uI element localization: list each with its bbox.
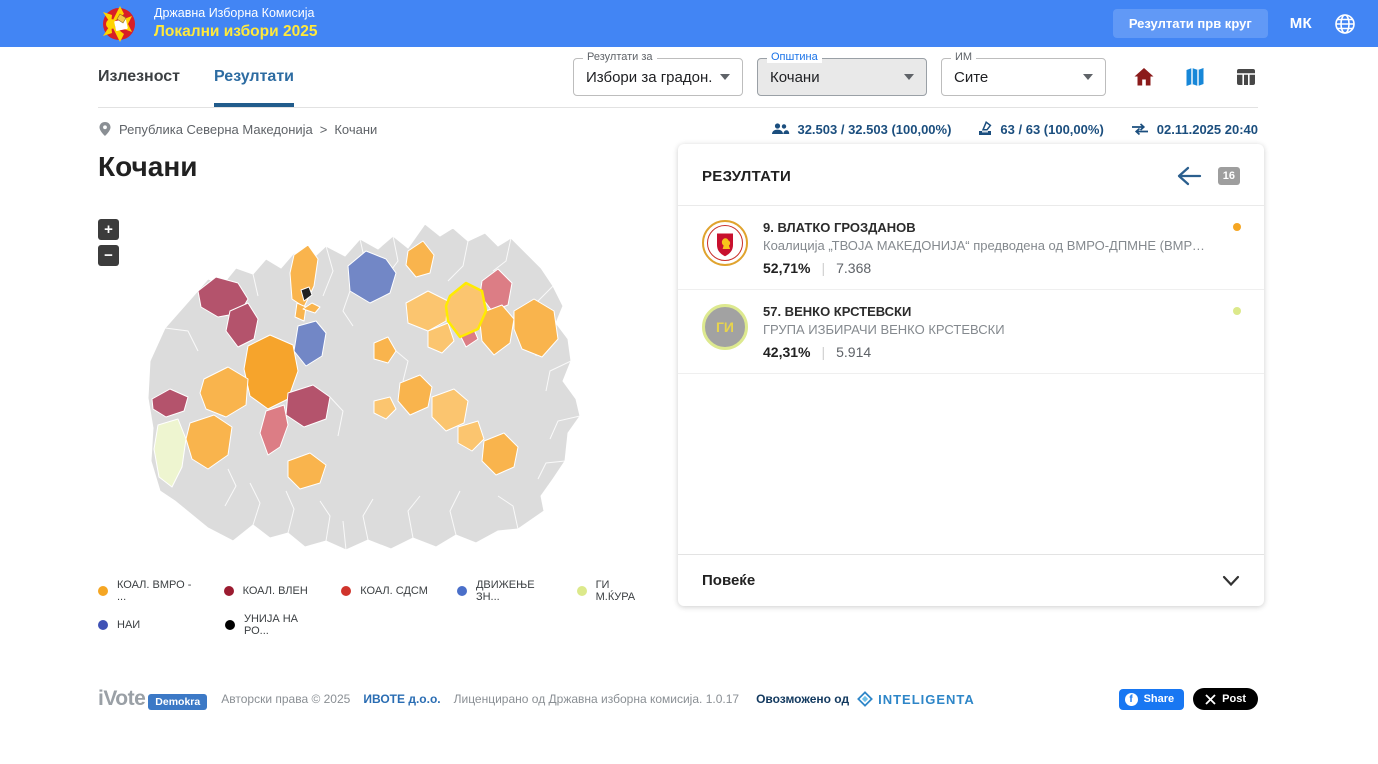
facebook-icon: f — [1125, 693, 1138, 706]
sync-arrows-icon — [1130, 122, 1150, 136]
map-zoom-in-button[interactable]: + — [98, 219, 119, 240]
separator: | — [821, 344, 825, 360]
im-value: Сите — [954, 69, 1075, 86]
candidate-result: 42,31% | 5.914 — [763, 344, 1005, 360]
legend-item-vlen: КОАЛ. ВЛЕН — [224, 585, 315, 597]
legend-dot-icon — [577, 586, 587, 596]
candidate-result: 52,71% | 7.368 — [763, 260, 1212, 276]
municipality-select[interactable]: Општина Кочани — [757, 58, 927, 96]
app-header: Државна Изборна Комисија Локални избори … — [0, 0, 1378, 47]
powered-by-label: Овозможено од — [756, 692, 849, 706]
results-panel: РЕЗУЛТАТИ 16 9. ВЛАТКО ГРОЗДАНОВ Коалициј… — [678, 144, 1264, 606]
voters-icon — [771, 122, 790, 136]
x-post-button[interactable]: Post — [1193, 688, 1258, 710]
breadcrumb-separator: > — [320, 122, 328, 137]
app-footer: iVote Demokra Авторски права © 2025 ИВОТ… — [98, 687, 1258, 711]
candidate-count-badge: 16 — [1218, 167, 1240, 185]
legend-dot-icon — [98, 586, 108, 596]
map-icon[interactable] — [1183, 65, 1207, 89]
facebook-share-button[interactable]: f Share — [1119, 689, 1185, 710]
candidate-row[interactable]: ГИ 57. ВЕНКО КРСТЕВСКИ ГРУПА ИЗБИРАЧИ ВЕНК… — [678, 290, 1264, 374]
voter-group-logo: ГИ — [702, 304, 748, 360]
results-for-label: Резултати за — [583, 51, 657, 63]
org-name: Државна Изборна Комисија — [154, 6, 317, 22]
map-svg[interactable] — [98, 211, 678, 563]
polling-stations-stat: 63 / 63 (100,00%) — [977, 121, 1103, 137]
candidate-percent: 42,31% — [763, 344, 810, 360]
legend-dot-icon — [98, 620, 108, 630]
candidate-party-dot-icon — [1233, 307, 1241, 315]
company-link[interactable]: ИВОТЕ д.о.о. — [363, 692, 440, 706]
globe-icon[interactable] — [1334, 13, 1356, 35]
results-panel-title: РЕЗУЛТАТИ — [702, 168, 791, 185]
municipalities-map[interactable]: + − — [98, 211, 678, 563]
legend-item-unija: УНИЈА НА РО... — [225, 613, 317, 637]
back-arrow-icon[interactable] — [1176, 165, 1202, 187]
demokra-badge: Demokra — [148, 694, 207, 710]
tab-turnout[interactable]: Излезност — [98, 47, 180, 107]
candidate-name: 9. ВЛАТКО ГРОЗДАНОВ — [763, 220, 1212, 235]
im-select[interactable]: ИМ Сите — [941, 58, 1106, 96]
license-text: Лиценцирано од Државна изборна комисија.… — [454, 692, 739, 706]
legend-dot-icon — [225, 620, 235, 630]
municipality-value: Кочани — [770, 69, 896, 86]
candidate-votes: 7.368 — [836, 260, 871, 276]
legend-item-sdsm: КОАЛ. СДСМ — [341, 585, 430, 597]
candidate-party: ГРУПА ИЗБИРАЧИ ВЕНКО КРСТЕВСКИ — [763, 322, 1005, 337]
separator: | — [821, 260, 825, 276]
breadcrumb-root[interactable]: Република Северна Македонија — [119, 122, 313, 137]
last-update-stat: 02.11.2025 20:40 — [1130, 122, 1258, 137]
language-selector[interactable]: МК — [1290, 15, 1312, 32]
legend-item-gi: ГИ М.ЌУРА — [577, 579, 651, 603]
candidate-votes: 5.914 — [836, 344, 871, 360]
inteligenta-diamond-icon — [857, 691, 873, 707]
copyright-text: Авторски права © 2025 — [221, 692, 350, 706]
results-for-value: Избори за градон... — [586, 69, 712, 86]
voters-stat: 32.503 / 32.503 (100,00%) — [771, 122, 951, 137]
page-title: Кочани — [98, 151, 678, 183]
candidate-party-dot-icon — [1233, 223, 1241, 231]
legend-dot-icon — [341, 586, 351, 596]
nav-row: Излезност Резултати Резултати за Избори … — [98, 47, 1258, 108]
ballot-box-icon — [977, 121, 993, 137]
candidate-name: 57. ВЕНКО КРСТЕВСКИ — [763, 304, 1005, 319]
chevron-down-icon — [720, 74, 730, 80]
location-pin-icon — [98, 121, 112, 137]
tab-results[interactable]: Резултати — [214, 47, 294, 107]
chevron-down-icon — [904, 74, 914, 80]
first-round-results-button[interactable]: Резултати прв круг — [1113, 9, 1268, 38]
breadcrumb-current: Кочани — [334, 122, 377, 137]
legend-item-nai: НАИ — [98, 619, 198, 631]
chevron-down-icon — [1222, 575, 1240, 587]
municipality-label: Општина — [767, 51, 822, 63]
vmro-party-logo — [702, 220, 748, 276]
candidate-party: Коалиција „ТВОЈА МАКЕДОНИЈА“ предводена … — [763, 238, 1212, 253]
candidate-percent: 52,71% — [763, 260, 810, 276]
legend-item-dvizhenje: ДВИЖЕЊЕ ЗН... — [457, 579, 550, 603]
home-icon[interactable] — [1132, 65, 1156, 89]
legend-dot-icon — [224, 586, 234, 596]
legend-item-vmro: КОАЛ. ВМРО - ... — [98, 579, 197, 603]
map-zoom-out-button[interactable]: − — [98, 245, 119, 266]
site-title: Локални избори 2025 — [154, 22, 317, 41]
ivote-logo: iVote — [98, 687, 145, 711]
map-legend: КОАЛ. ВМРО - ... КОАЛ. ВЛЕН КОАЛ. СДСМ ДВИЖ… — [98, 579, 678, 637]
candidate-row[interactable]: 9. ВЛАТКО ГРОЗДАНОВ Коалиција „ТВОЈА МАКЕ… — [678, 206, 1264, 290]
x-icon — [1205, 694, 1216, 705]
chevron-down-icon — [1083, 74, 1093, 80]
inteligenta-logo[interactable]: INTELIGENTA — [857, 691, 975, 707]
more-button[interactable]: Повеќе — [678, 554, 1264, 606]
legend-dot-icon — [457, 586, 467, 596]
dik-logo-icon — [98, 4, 140, 44]
breadcrumb: Република Северна Македонија > Кочани — [98, 121, 377, 137]
im-label: ИМ — [951, 51, 976, 63]
results-for-select[interactable]: Резултати за Избори за градон... — [573, 58, 743, 96]
table-icon[interactable] — [1234, 65, 1258, 89]
